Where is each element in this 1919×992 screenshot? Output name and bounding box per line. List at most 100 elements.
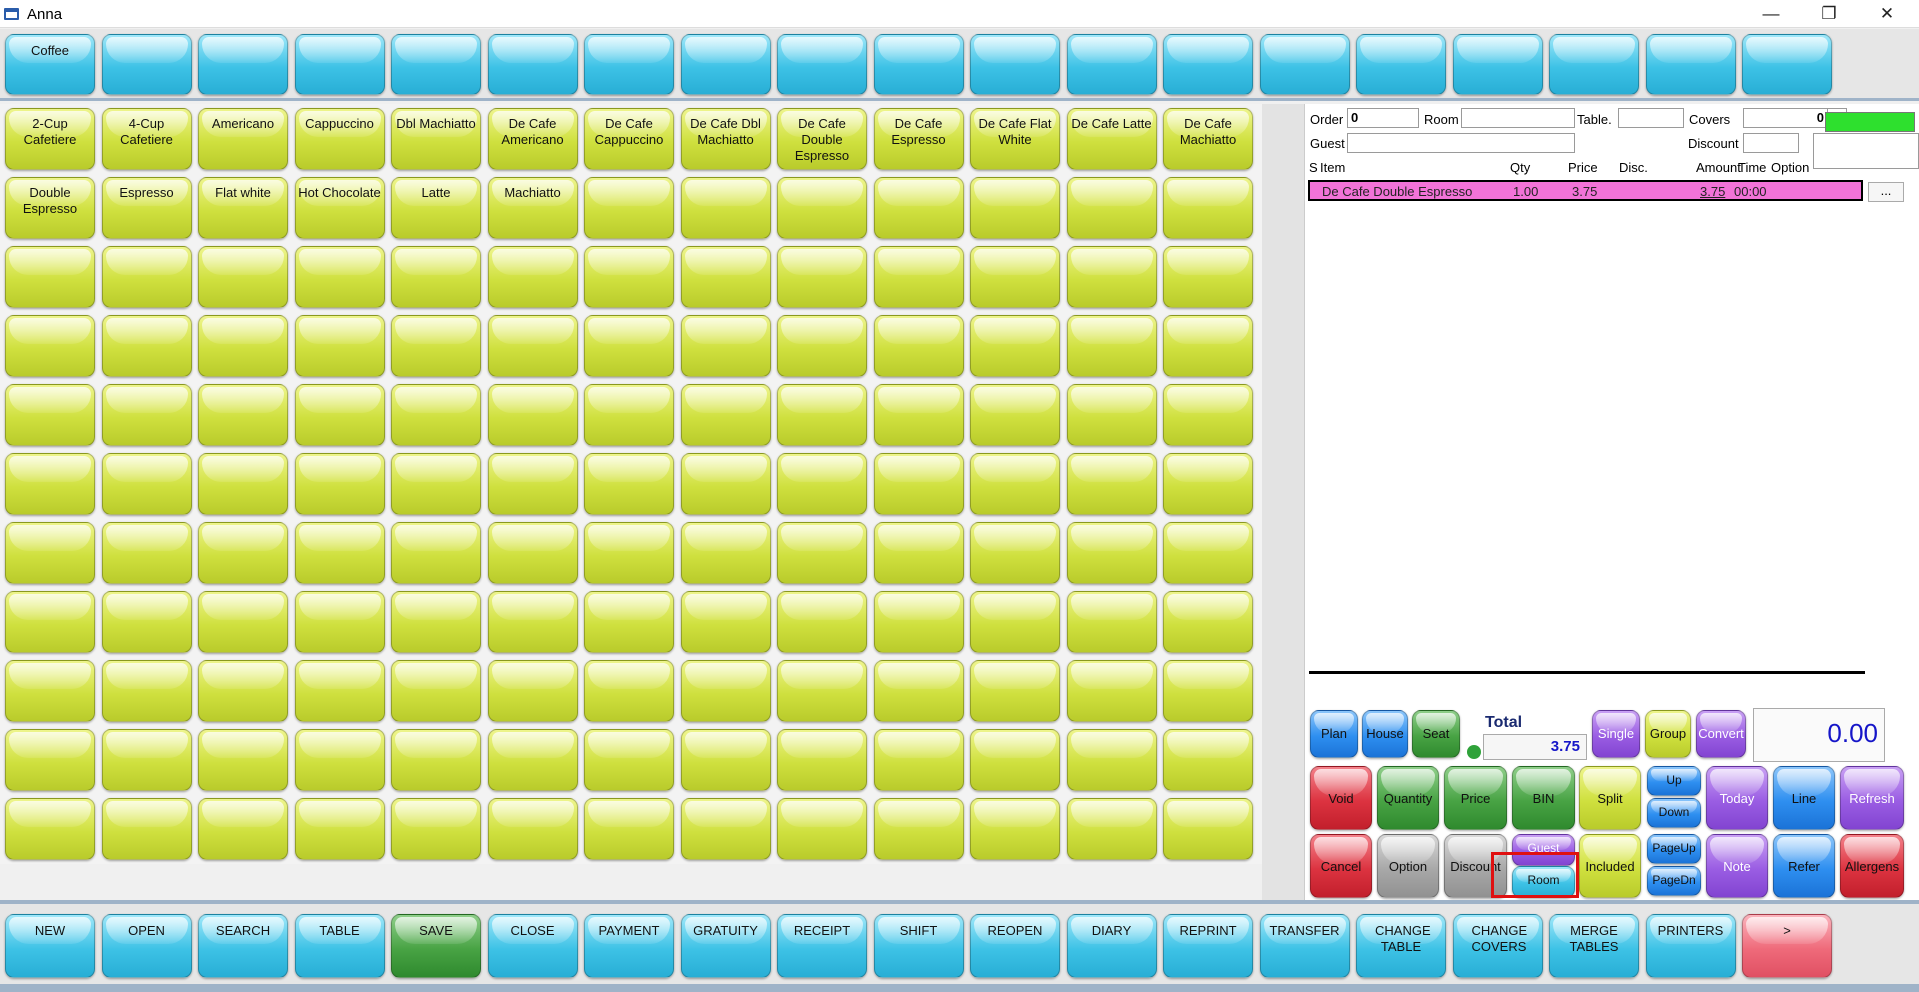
category-tab-13[interactable] (1163, 34, 1253, 95)
item-button[interactable] (487, 453, 578, 515)
covers-field[interactable]: 0 (1743, 108, 1829, 128)
item-button[interactable] (487, 315, 578, 377)
item-button[interactable] (1163, 315, 1253, 377)
category-tab-5[interactable] (391, 34, 481, 95)
item-button[interactable] (873, 246, 964, 308)
item-button[interactable] (391, 315, 481, 377)
item-button[interactable] (1163, 660, 1253, 722)
refresh-button[interactable]: Refresh (1840, 766, 1904, 830)
item-button[interactable] (487, 522, 578, 584)
item-button[interactable] (584, 246, 674, 308)
line-button[interactable]: Line (1773, 766, 1835, 830)
item-button[interactable] (5, 798, 95, 860)
bin-button[interactable]: BIN (1512, 766, 1575, 830)
item-button[interactable] (873, 729, 964, 791)
item-button[interactable] (487, 729, 578, 791)
option-button[interactable]: Option (1377, 834, 1439, 898)
item-button[interactable] (198, 384, 288, 446)
item-button[interactable] (198, 660, 288, 722)
item-button[interactable] (970, 660, 1060, 722)
item-button[interactable] (1066, 729, 1157, 791)
item-button[interactable] (584, 315, 674, 377)
item-button[interactable] (487, 798, 578, 860)
item-button[interactable]: Dbl Machiatto (391, 108, 481, 170)
item-button[interactable]: 4-Cup Cafetiere (101, 108, 192, 170)
item-button[interactable] (680, 798, 771, 860)
function-diary-button[interactable]: DIARY (1066, 914, 1157, 978)
split-button[interactable]: Split (1579, 766, 1641, 830)
item-button[interactable] (487, 591, 578, 653)
category-tab-8[interactable] (680, 34, 771, 95)
item-button[interactable] (5, 246, 95, 308)
up-button[interactable]: Up (1647, 766, 1701, 796)
item-button[interactable] (777, 246, 867, 308)
item-button[interactable] (101, 729, 192, 791)
order-line-row[interactable]: De Cafe Double Espresso 1.00 3.75 3.75 0… (1308, 180, 1863, 201)
item-button[interactable]: De Cafe Flat White (970, 108, 1060, 170)
function-change-covers-button[interactable]: CHANGE COVERS (1452, 914, 1543, 978)
item-button[interactable] (101, 384, 192, 446)
item-button[interactable] (1066, 798, 1157, 860)
restore-icon[interactable]: ❐ (1806, 3, 1852, 25)
item-button[interactable] (1163, 729, 1253, 791)
single-button[interactable]: Single (1592, 710, 1640, 758)
item-button[interactable] (1066, 453, 1157, 515)
item-button[interactable] (873, 660, 964, 722)
function-next-button[interactable]: > (1742, 914, 1832, 978)
item-button[interactable] (873, 522, 964, 584)
discount-field[interactable] (1743, 133, 1799, 153)
item-button[interactable] (584, 729, 674, 791)
item-button[interactable] (970, 384, 1060, 446)
item-button[interactable] (777, 453, 867, 515)
item-button[interactable] (873, 315, 964, 377)
function-open-button[interactable]: OPEN (101, 914, 192, 978)
item-button[interactable] (101, 315, 192, 377)
item-button[interactable] (873, 453, 964, 515)
refer-button[interactable]: Refer (1773, 834, 1835, 898)
item-button[interactable] (294, 729, 385, 791)
plan-button[interactable]: Plan (1310, 710, 1358, 758)
item-button[interactable] (198, 729, 288, 791)
item-button[interactable] (777, 729, 867, 791)
house-button[interactable]: House (1362, 710, 1408, 758)
item-button[interactable] (680, 177, 771, 239)
item-button[interactable] (1163, 246, 1253, 308)
item-button[interactable]: Cappuccino (294, 108, 385, 170)
item-button[interactable] (1163, 798, 1253, 860)
item-button[interactable] (391, 660, 481, 722)
item-button[interactable] (777, 522, 867, 584)
item-button[interactable] (1066, 522, 1157, 584)
category-tab-18[interactable] (1645, 34, 1736, 95)
item-button[interactable]: De Cafe Latte (1066, 108, 1157, 170)
item-button[interactable] (1066, 591, 1157, 653)
convert-button[interactable]: Convert (1696, 710, 1746, 758)
down-button[interactable]: Down (1647, 798, 1701, 828)
item-button[interactable] (680, 729, 771, 791)
pageup-button[interactable]: PageUp (1647, 834, 1701, 864)
item-button[interactable] (777, 591, 867, 653)
function-save-button[interactable]: SAVE (391, 914, 481, 978)
item-button[interactable] (970, 453, 1060, 515)
item-button[interactable] (1163, 522, 1253, 584)
item-button[interactable] (101, 453, 192, 515)
item-button[interactable] (1066, 177, 1157, 239)
item-button[interactable] (873, 798, 964, 860)
item-button[interactable] (487, 246, 578, 308)
item-button[interactable] (391, 522, 481, 584)
item-button[interactable] (680, 384, 771, 446)
category-tab-3[interactable] (198, 34, 288, 95)
cancel-button[interactable]: Cancel (1310, 834, 1372, 898)
function-shift-button[interactable]: SHIFT (873, 914, 964, 978)
item-button[interactable] (873, 591, 964, 653)
item-button[interactable] (198, 522, 288, 584)
item-button[interactable] (1163, 453, 1253, 515)
item-button[interactable] (680, 246, 771, 308)
item-button[interactable] (391, 453, 481, 515)
order-number-field[interactable]: 0 (1347, 108, 1419, 128)
function-receipt-button[interactable]: RECEIPT (777, 914, 867, 978)
room-field[interactable] (1461, 108, 1575, 128)
item-button[interactable] (101, 522, 192, 584)
item-button[interactable] (5, 315, 95, 377)
item-button[interactable]: Hot Chocolate (294, 177, 385, 239)
category-tab-16[interactable] (1452, 34, 1543, 95)
